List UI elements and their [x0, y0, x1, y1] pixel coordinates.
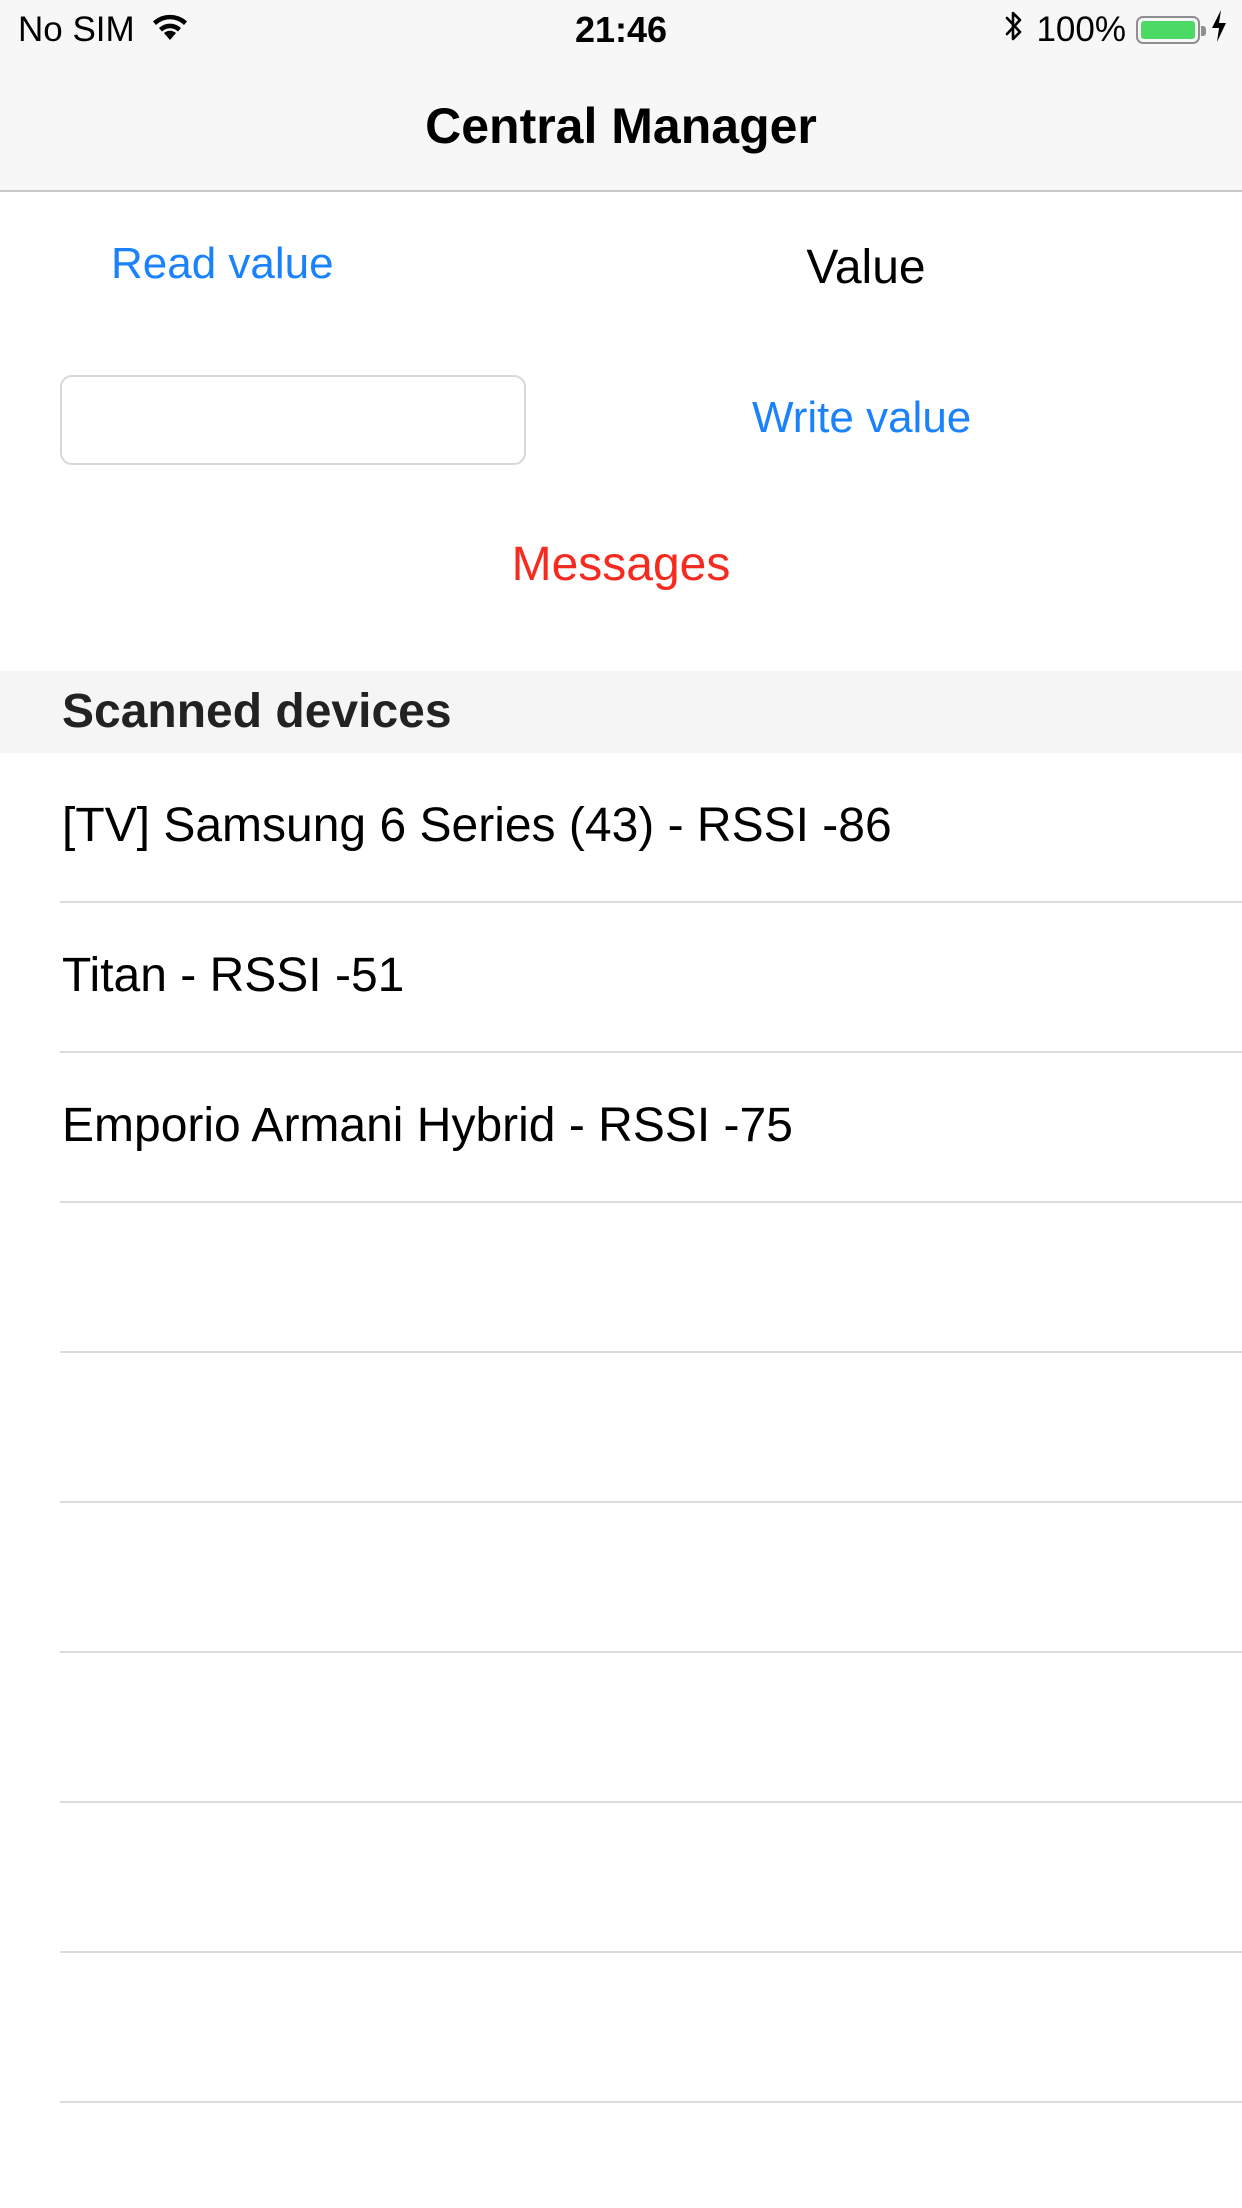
device-row-label: Titan - RSSI -51 — [62, 949, 405, 1002]
device-row-label: Emporio Armani Hybrid - RSSI -75 — [62, 1099, 793, 1152]
value-label: Value — [806, 241, 926, 294]
device-row[interactable] — [0, 1503, 1242, 1653]
messages-label: Messages — [511, 538, 731, 591]
battery-percent: 100% — [1036, 10, 1126, 49]
write-value-button[interactable]: Write value — [752, 392, 971, 444]
section-header: Scanned devices — [0, 671, 1242, 753]
device-row[interactable] — [0, 1653, 1242, 1803]
navigation-bar: Central Manager — [0, 60, 1242, 192]
device-row[interactable] — [0, 1953, 1242, 2103]
device-row-label: [TV] Samsung 6 Series (43) - RSSI -86 — [62, 799, 892, 852]
page-title: Central Manager — [425, 98, 817, 154]
battery-level-fill — [1141, 21, 1195, 39]
device-row[interactable]: Titan - RSSI -51 — [0, 903, 1242, 1053]
device-row[interactable]: [TV] Samsung 6 Series (43) - RSSI -86 — [0, 753, 1242, 903]
status-bar: No SIM 21:46 100% — [0, 0, 1242, 60]
section-header-title: Scanned devices — [62, 685, 452, 738]
battery-icon — [1136, 16, 1206, 44]
charging-bolt-icon — [1210, 9, 1228, 52]
read-value-button[interactable]: Read value — [111, 238, 334, 290]
device-row[interactable] — [0, 1353, 1242, 1503]
status-right: 100% — [1002, 8, 1228, 52]
battery-nub — [1201, 26, 1206, 36]
device-row[interactable]: Emporio Armani Hybrid - RSSI -75 — [0, 1053, 1242, 1203]
write-value-input[interactable] — [60, 375, 526, 465]
device-row[interactable] — [0, 1803, 1242, 1953]
bluetooth-icon — [1002, 8, 1026, 53]
device-row[interactable] — [0, 1203, 1242, 1353]
device-list[interactable]: [TV] Samsung 6 Series (43) - RSSI -86 Ti… — [0, 753, 1242, 2103]
